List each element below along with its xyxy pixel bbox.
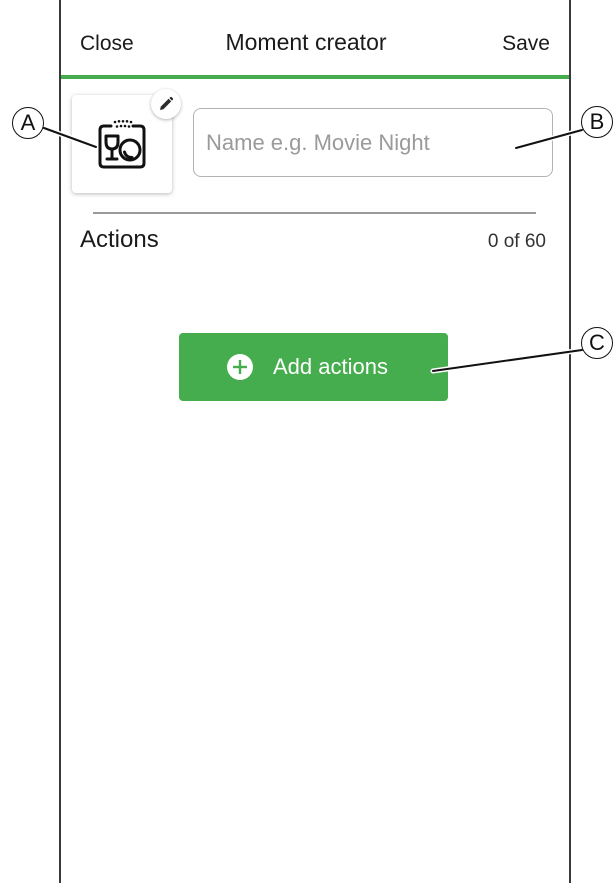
add-actions-label: Add actions: [273, 354, 388, 379]
page-title: Moment creator: [225, 29, 387, 55]
pencil-icon: [160, 96, 174, 110]
wine-glass-plate-icon: [98, 120, 146, 169]
plus-circle-icon: [227, 354, 253, 380]
add-actions-button[interactable]: Add actions: [179, 333, 448, 401]
header-divider: [61, 75, 569, 79]
actions-heading: Actions: [80, 226, 159, 253]
edit-icon-button[interactable]: [151, 89, 181, 119]
callout-c: C: [581, 327, 613, 359]
section-divider: [93, 212, 536, 214]
actions-count: 0 of 60: [487, 231, 546, 252]
save-button[interactable]: Save: [502, 32, 550, 56]
moment-name-input[interactable]: [193, 108, 553, 177]
callout-b: B: [581, 106, 613, 138]
callout-a: A: [12, 107, 44, 139]
close-button[interactable]: Close: [80, 32, 134, 56]
